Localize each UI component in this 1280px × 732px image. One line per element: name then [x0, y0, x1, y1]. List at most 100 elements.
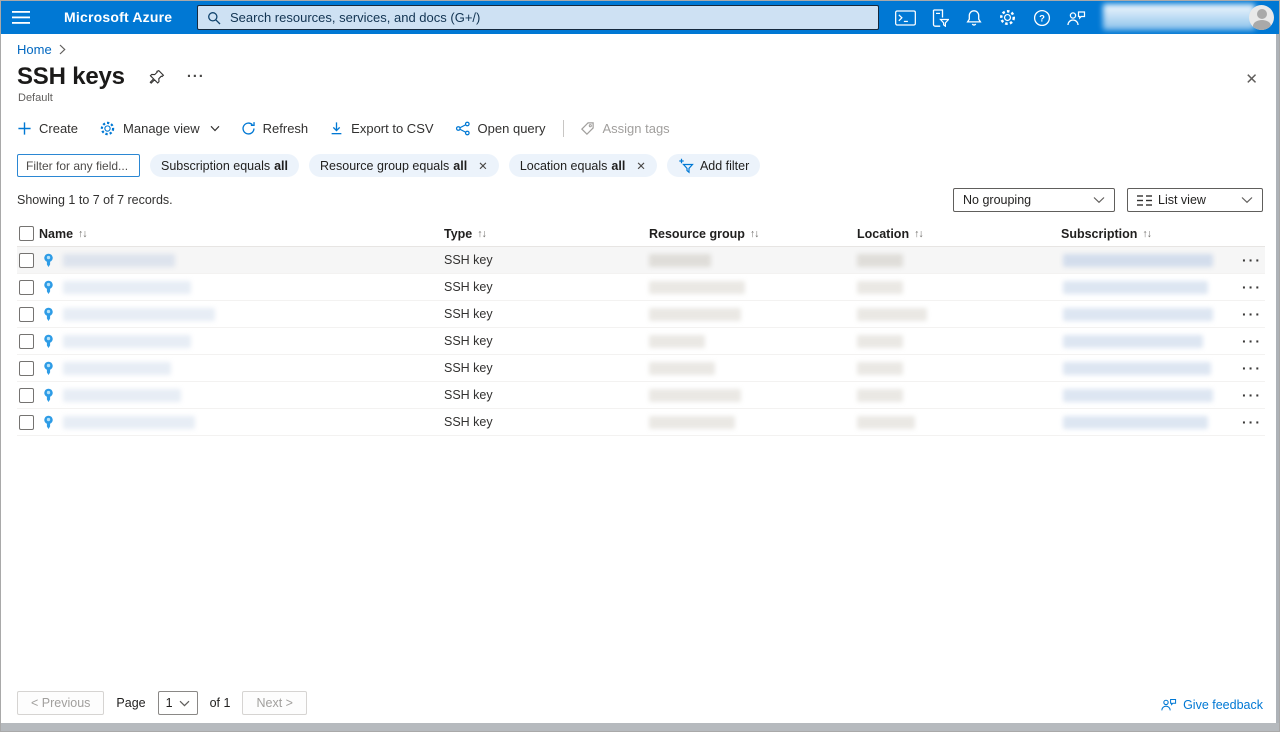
refresh-button[interactable]: Refresh [241, 121, 308, 136]
help-icon[interactable]: ? [1031, 7, 1052, 28]
filter-input[interactable] [17, 154, 140, 177]
page-title: SSH keys [17, 63, 125, 90]
sort-icon: ↑↓ [477, 228, 486, 240]
type-cell: SSH key [444, 415, 493, 429]
redacted-resource-group [649, 389, 741, 402]
table-row[interactable]: SSH key ··· [17, 247, 1265, 274]
remove-filter-icon[interactable]: ✕ [636, 159, 646, 173]
row-context-menu-icon[interactable]: ··· [1242, 274, 1262, 300]
global-search[interactable] [197, 5, 879, 30]
avatar[interactable] [1249, 5, 1274, 30]
notifications-icon[interactable] [963, 7, 984, 28]
redacted-name[interactable] [63, 254, 175, 267]
redacted-name[interactable] [63, 389, 181, 402]
list-view-icon [1137, 194, 1152, 206]
table-header-row: Name ↑↓ Type ↑↓ Resource group ↑↓ Location ↑… [17, 221, 1265, 247]
redacted-subscription [1063, 254, 1213, 267]
remove-filter-icon[interactable]: ✕ [478, 159, 488, 173]
row-context-menu-icon[interactable]: ··· [1242, 301, 1262, 327]
manage-view-button[interactable]: Manage view [99, 120, 220, 137]
row-checkbox[interactable] [19, 280, 34, 295]
directory-filter-icon[interactable] [929, 7, 950, 28]
column-header-subscription[interactable]: Subscription ↑↓ [1061, 221, 1152, 247]
column-header-location[interactable]: Location ↑↓ [857, 221, 924, 247]
redacted-subscription [1063, 281, 1208, 294]
export-csv-button[interactable]: Export to CSV [329, 121, 434, 136]
redacted-name[interactable] [63, 362, 171, 375]
redacted-name[interactable] [63, 335, 191, 348]
window-right-edge [1276, 34, 1279, 731]
table-row[interactable]: SSH key ··· [17, 355, 1265, 382]
download-icon [329, 121, 344, 136]
row-context-menu-icon[interactable]: ··· [1242, 382, 1262, 408]
search-input[interactable] [228, 9, 869, 26]
row-context-menu-icon[interactable]: ··· [1242, 247, 1262, 273]
grouping-select[interactable]: No grouping [953, 188, 1115, 212]
topbar-icon-group: ? [895, 1, 1086, 34]
row-checkbox[interactable] [19, 307, 34, 322]
page-number-select[interactable]: 1 [157, 691, 198, 715]
feedback-icon[interactable] [1065, 7, 1086, 28]
redacted-resource-group [649, 362, 715, 375]
table-row[interactable]: SSH key ··· [17, 301, 1265, 328]
redacted-name[interactable] [63, 281, 191, 294]
breadcrumb-home-link[interactable]: Home [17, 42, 52, 57]
column-header-type[interactable]: Type ↑↓ [444, 221, 487, 247]
ssh-key-icon [41, 307, 56, 327]
assign-tags-button[interactable]: Assign tags [580, 121, 670, 136]
page-subtitle: Default [18, 92, 53, 104]
ssh-key-icon [41, 334, 56, 354]
close-blade-icon[interactable]: ✕ [1245, 70, 1258, 88]
sort-icon: ↑↓ [1142, 228, 1151, 240]
ssh-keys-table: Name ↑↓ Type ↑↓ Resource group ↑↓ Location ↑… [17, 221, 1265, 436]
account-info-redacted [1103, 4, 1255, 30]
open-query-button[interactable]: Open query [455, 121, 545, 136]
redacted-subscription [1063, 335, 1203, 348]
page-count-label: of 1 [209, 696, 231, 710]
cloud-shell-icon[interactable] [895, 7, 916, 28]
settings-icon[interactable] [997, 7, 1018, 28]
table-row[interactable]: SSH key ··· [17, 274, 1265, 301]
redacted-location [857, 362, 903, 375]
ssh-key-icon [41, 361, 56, 381]
row-checkbox[interactable] [19, 334, 34, 349]
window-bottom-edge [1, 723, 1279, 731]
filter-pill-resource-group[interactable]: Resource group equals all ✕ [309, 154, 499, 177]
redacted-name[interactable] [63, 308, 215, 321]
give-feedback-link[interactable]: Give feedback [1160, 697, 1263, 712]
select-all-checkbox[interactable] [19, 226, 34, 241]
add-filter-button[interactable]: Add filter [666, 154, 761, 177]
create-button[interactable]: Create [17, 121, 78, 136]
table-row[interactable]: SSH key ··· [17, 382, 1265, 409]
svg-text:?: ? [1039, 13, 1045, 24]
avatar-body [1252, 20, 1271, 30]
brand-title[interactable]: Microsoft Azure [64, 9, 172, 25]
row-context-menu-icon[interactable]: ··· [1242, 328, 1262, 354]
filter-pill-location[interactable]: Location equals all ✕ [508, 154, 657, 177]
column-header-name[interactable]: Name ↑↓ [39, 221, 87, 247]
redacted-name[interactable] [63, 416, 195, 429]
toolbar-divider [563, 120, 565, 137]
hamburger-menu-icon[interactable] [12, 11, 30, 29]
next-page-button[interactable]: Next > [242, 691, 307, 715]
previous-page-button[interactable]: < Previous [17, 691, 105, 715]
view-select[interactable]: List view [1127, 188, 1263, 212]
more-actions-icon[interactable]: ··· [187, 69, 205, 84]
row-checkbox[interactable] [19, 415, 34, 430]
command-bar: Create Manage view Refresh Export to CSV [17, 116, 691, 141]
row-checkbox[interactable] [19, 388, 34, 403]
row-checkbox[interactable] [19, 361, 34, 376]
column-header-resource-group[interactable]: Resource group ↑↓ [649, 221, 759, 247]
table-row[interactable]: SSH key ··· [17, 409, 1265, 436]
row-checkbox[interactable] [19, 253, 34, 268]
table-row[interactable]: SSH key ··· [17, 328, 1265, 355]
redacted-resource-group [649, 416, 735, 429]
type-cell: SSH key [444, 280, 493, 294]
search-icon [207, 11, 221, 25]
row-context-menu-icon[interactable]: ··· [1242, 409, 1262, 435]
filter-pill-subscription[interactable]: Subscription equals all [150, 154, 300, 177]
row-context-menu-icon[interactable]: ··· [1242, 355, 1262, 381]
pin-icon[interactable] [149, 69, 165, 85]
chevron-down-icon [179, 700, 190, 707]
redacted-location [857, 254, 903, 267]
